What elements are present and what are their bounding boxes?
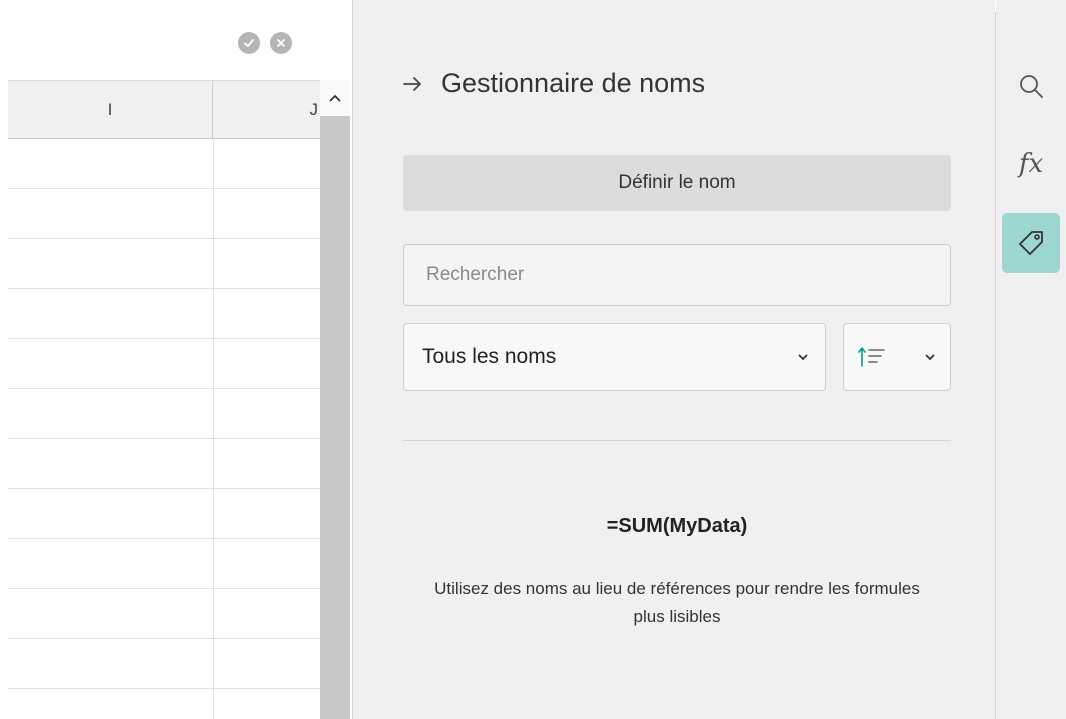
sort-button[interactable] <box>843 323 951 391</box>
table-row[interactable] <box>8 239 320 289</box>
empty-state-description: Utilisez des noms au lieu de références … <box>434 579 920 626</box>
table-row[interactable] <box>8 389 320 439</box>
column-header-row: I J <box>8 80 320 139</box>
table-row[interactable] <box>8 639 320 689</box>
names-manager-panel: Gestionnaire de noms Définir le nom Tous… <box>353 0 995 719</box>
rail-names-button[interactable] <box>1002 213 1060 273</box>
rail-search-button[interactable] <box>1002 56 1060 116</box>
function-icon: fx <box>1018 149 1044 179</box>
scroll-up-button[interactable] <box>320 80 350 116</box>
tag-icon <box>1019 231 1043 255</box>
search-input[interactable] <box>403 244 951 306</box>
chevron-down-icon <box>925 354 935 361</box>
table-row[interactable] <box>8 339 320 389</box>
panel-header: Gestionnaire de noms <box>403 68 705 99</box>
table-row[interactable] <box>8 439 320 489</box>
filter-selected-value: Tous les noms <box>422 345 557 368</box>
chevron-up-icon <box>329 94 341 102</box>
close-icon <box>277 39 285 47</box>
column-divider <box>213 139 214 719</box>
table-row[interactable] <box>8 589 320 639</box>
sidebar-rail: fx <box>996 0 1066 719</box>
define-name-button[interactable]: Définir le nom <box>403 155 951 211</box>
table-row[interactable] <box>8 189 320 239</box>
table-row[interactable] <box>8 689 320 719</box>
divider <box>403 440 951 441</box>
formula-bar-actions <box>238 32 292 54</box>
table-row[interactable] <box>8 139 320 189</box>
spreadsheet-area: I J <box>0 0 352 719</box>
sort-ascending-icon <box>858 347 885 367</box>
cell-grid[interactable] <box>8 139 320 719</box>
empty-state-formula: =SUM(MyData) <box>606 515 748 537</box>
vertical-scrollbar[interactable] <box>320 116 350 719</box>
table-row[interactable] <box>8 539 320 589</box>
column-header-j[interactable]: J <box>213 81 320 138</box>
column-header-i[interactable]: I <box>8 81 213 138</box>
names-filter-select[interactable]: Tous les noms <box>403 323 826 391</box>
confirm-button[interactable] <box>238 32 260 54</box>
collapse-arrow-icon[interactable] <box>403 76 423 92</box>
chevron-down-icon <box>798 354 808 361</box>
rail-function-button[interactable]: fx <box>1002 134 1060 194</box>
cancel-button[interactable] <box>270 32 292 54</box>
search-icon <box>1020 75 1043 98</box>
panel-title: Gestionnaire de noms <box>441 68 706 98</box>
table-row[interactable] <box>8 489 320 539</box>
check-icon <box>244 39 254 47</box>
table-row[interactable] <box>8 289 320 339</box>
